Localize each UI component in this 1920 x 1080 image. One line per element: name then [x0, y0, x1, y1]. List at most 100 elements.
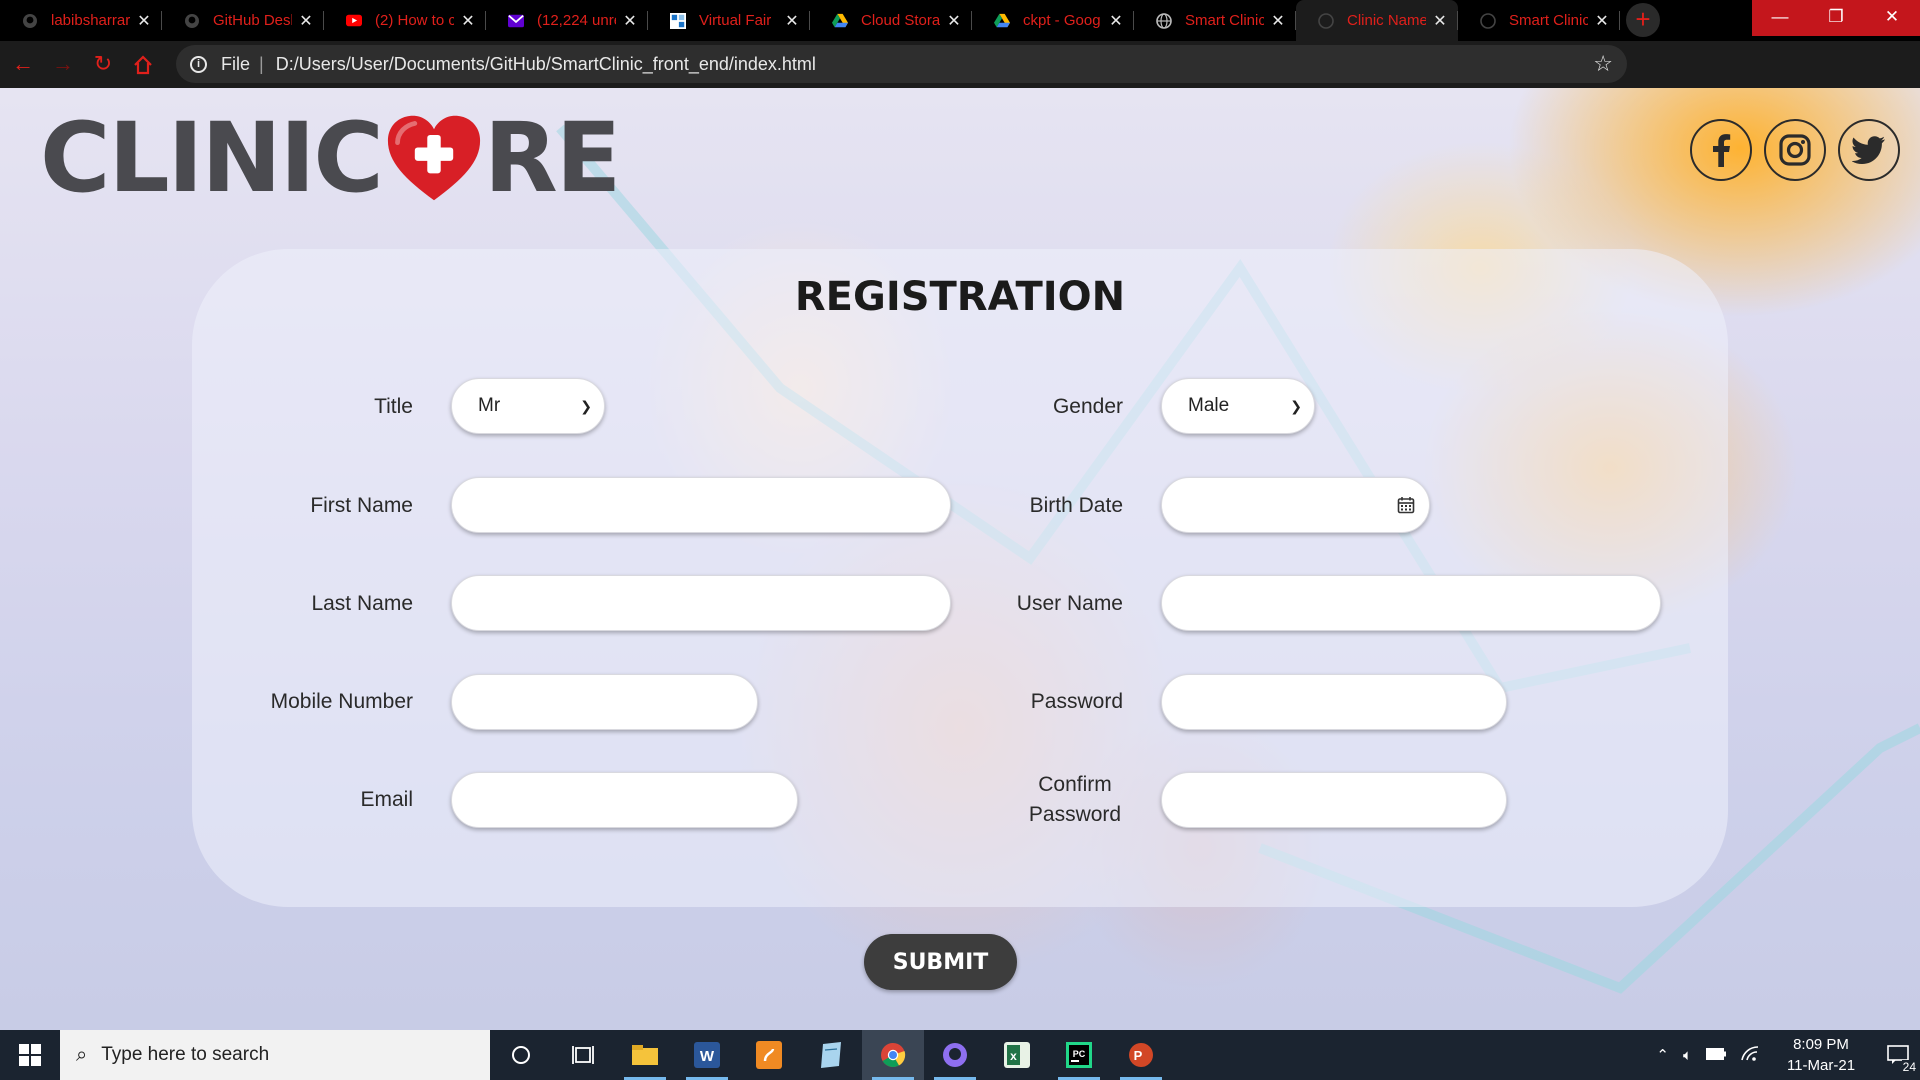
task-view-icon[interactable]: [552, 1030, 614, 1080]
user-name-input[interactable]: [1161, 575, 1661, 631]
file-explorer-icon[interactable]: [614, 1030, 676, 1080]
chevron-up-icon[interactable]: ⌃: [1656, 1046, 1669, 1064]
svg-text:W: W: [700, 1048, 715, 1065]
title-selected-value: Mr: [478, 395, 501, 416]
yahoo-mail-icon: [508, 13, 524, 29]
close-tab-icon[interactable]: ✕: [1594, 11, 1610, 31]
volume-icon[interactable]: 🔈︎: [1683, 1047, 1692, 1064]
powerpoint-icon[interactable]: P: [1110, 1030, 1172, 1080]
chevron-down-icon: ❯: [1290, 397, 1302, 414]
excel-icon[interactable]: x: [986, 1030, 1048, 1080]
address-bar[interactable]: i File | D:/Users/User/Documents/GitHub/…: [176, 45, 1627, 83]
windows-start-icon[interactable]: [0, 1030, 60, 1080]
close-tab-icon[interactable]: ✕: [460, 11, 476, 31]
gender-label: Gender: [1052, 395, 1123, 418]
tab-title: (2) How to c: [375, 12, 454, 29]
back-arrow-icon[interactable]: ←: [6, 48, 40, 82]
first-name-input[interactable]: [451, 477, 951, 533]
submit-button[interactable]: SUBMIT: [864, 934, 1017, 990]
password-input[interactable]: [1161, 674, 1507, 730]
chevron-down-icon: ❯: [580, 397, 592, 414]
confirm-password-input[interactable]: [1161, 772, 1507, 828]
browser-tab-active[interactable]: Clinic Name ✕: [1296, 0, 1458, 41]
browser-tab[interactable]: (2) How to c ✕: [324, 0, 486, 41]
github-desktop-icon[interactable]: [924, 1030, 986, 1080]
close-window-icon[interactable]: ✕: [1864, 0, 1920, 36]
email-input[interactable]: [451, 772, 798, 828]
taskbar-search-box[interactable]: ⌕ Type here to search: [60, 1030, 490, 1080]
mobile-number-label: Mobile Number: [270, 690, 413, 713]
user-name-label: User Name: [1016, 592, 1123, 615]
restore-icon[interactable]: ❐: [1808, 0, 1864, 36]
close-tab-icon[interactable]: ✕: [1108, 11, 1124, 31]
twitter-icon[interactable]: [1838, 119, 1900, 181]
close-tab-icon[interactable]: ✕: [298, 11, 314, 31]
word-icon[interactable]: W: [676, 1030, 738, 1080]
battery-icon[interactable]: [1706, 1047, 1726, 1064]
minimize-icon[interactable]: —: [1752, 0, 1808, 36]
mobile-number-input[interactable]: [451, 674, 758, 730]
close-tab-icon[interactable]: ✕: [136, 11, 152, 31]
browser-tab[interactable]: labibsharrar ✕: [0, 0, 162, 41]
birth-date-label: Birth Date: [1029, 494, 1123, 517]
globe-icon: [1480, 12, 1496, 29]
new-tab-button[interactable]: +: [1626, 3, 1660, 37]
tab-title: GitHub Desk: [213, 12, 292, 29]
last-name-label: Last Name: [311, 592, 413, 615]
close-tab-icon[interactable]: ✕: [1432, 11, 1448, 31]
forward-arrow-icon[interactable]: →: [46, 48, 80, 82]
github-icon: [22, 13, 38, 29]
window-controls: — ❐ ✕: [1752, 0, 1920, 41]
tab-title: ckpt - Goog: [1023, 12, 1101, 29]
gender-select[interactable]: Male ❯: [1161, 378, 1315, 434]
close-tab-icon[interactable]: ✕: [784, 11, 800, 31]
close-tab-icon[interactable]: ✕: [946, 11, 962, 31]
tab-title: Cloud Stora: [861, 12, 940, 29]
notepad-icon[interactable]: [800, 1030, 862, 1080]
tab-title: Smart Clinic: [1185, 12, 1264, 29]
confirm-password-label-line1: Confirm: [1038, 773, 1112, 796]
browser-tab[interactable]: Virtual Fair ✕: [648, 0, 810, 41]
windows-taskbar: ⌕ Type here to search W x PC P ⌃ 🔈︎ 8:09…: [0, 1030, 1920, 1080]
google-drive-icon: [994, 13, 1010, 29]
calendar-icon[interactable]: [1397, 496, 1415, 514]
title-select[interactable]: Mr ❯: [451, 378, 605, 434]
taskbar-clock[interactable]: 8:09 PM 11-Mar-21: [1776, 1034, 1866, 1076]
notification-center-icon[interactable]: 24: [1876, 1030, 1920, 1080]
virtual-fair-icon: [670, 12, 686, 29]
browser-tab[interactable]: Smart Clinic ✕: [1134, 0, 1296, 41]
page-title: REGISTRATION: [794, 274, 1126, 320]
site-info-icon[interactable]: i: [190, 55, 207, 73]
close-tab-icon[interactable]: ✕: [1270, 11, 1286, 31]
browser-tab[interactable]: Smart Clinic ✕: [1458, 0, 1620, 41]
search-icon: ⌕: [76, 1043, 88, 1066]
browser-tab[interactable]: (12,224 unre ✕: [486, 0, 648, 41]
last-name-input[interactable]: [451, 575, 951, 631]
cortana-icon[interactable]: [490, 1030, 552, 1080]
notification-count: 24: [1901, 1060, 1917, 1074]
browser-tab[interactable]: Cloud Stora ✕: [810, 0, 972, 41]
bookmark-star-icon[interactable]: ☆: [1593, 51, 1613, 77]
password-label: Password: [1030, 690, 1123, 713]
pdf-editor-icon[interactable]: [738, 1030, 800, 1080]
svg-text:PC: PC: [1073, 1049, 1086, 1059]
browser-tab[interactable]: ckpt - Goog ✕: [972, 0, 1134, 41]
reload-icon[interactable]: ↻: [86, 48, 120, 82]
browser-tab[interactable]: GitHub Desk ✕: [162, 0, 324, 41]
youtube-icon: [346, 13, 362, 29]
wifi-icon[interactable]: [1740, 1045, 1760, 1065]
pycharm-icon[interactable]: PC: [1048, 1030, 1110, 1080]
chrome-icon[interactable]: [862, 1030, 924, 1080]
url-text[interactable]: D:/Users/User/Documents/GitHub/SmartClin…: [276, 54, 816, 75]
close-tab-icon[interactable]: ✕: [622, 11, 638, 31]
home-icon[interactable]: [126, 48, 160, 82]
instagram-icon[interactable]: [1764, 119, 1826, 181]
heart-cross-icon: [387, 115, 480, 201]
taskbar-search-placeholder: Type here to search: [101, 1044, 270, 1065]
clinicore-logo[interactable]: CLINIC RE: [40, 108, 621, 208]
gender-selected-value: Male: [1188, 395, 1230, 416]
tab-title: Smart Clinic: [1509, 12, 1588, 29]
first-name-label: First Name: [310, 494, 413, 517]
facebook-icon[interactable]: [1690, 119, 1752, 181]
birth-date-input[interactable]: [1161, 477, 1430, 533]
